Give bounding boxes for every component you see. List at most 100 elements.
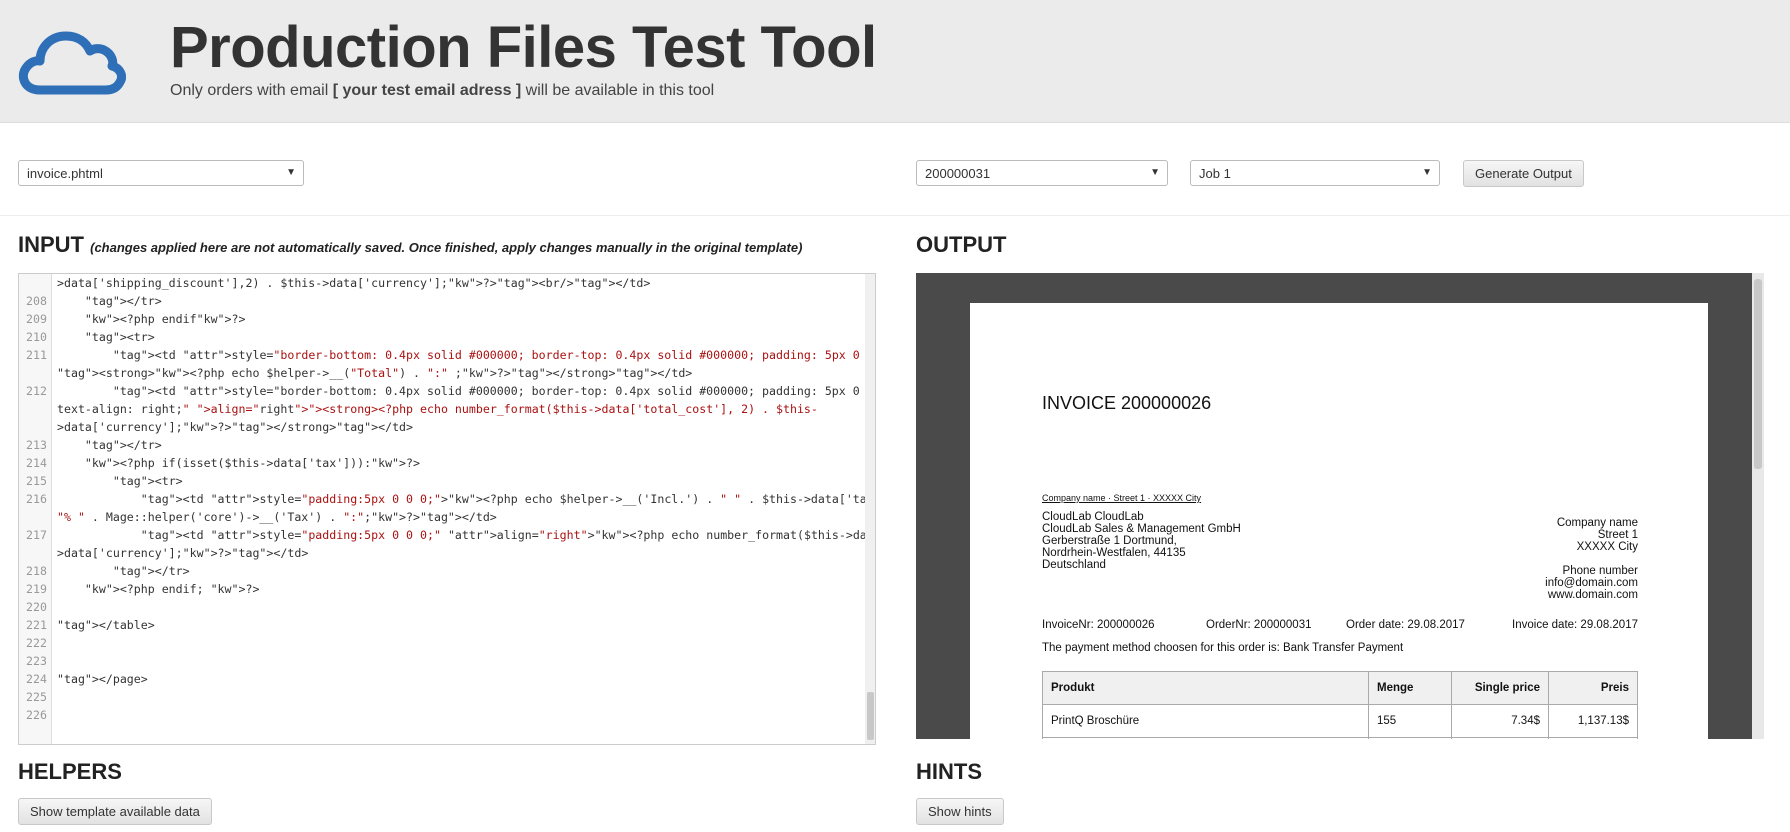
invoice-items-table: Produkt Menge Single price Preis PrintQ … bbox=[1042, 671, 1638, 739]
code-line[interactable]: 213 "tag"></tr> bbox=[19, 436, 859, 454]
template-select[interactable]: invoice.phtml ▼ bbox=[18, 160, 304, 186]
line-code: "tag"></page> bbox=[57, 672, 148, 686]
code-line[interactable]: 216 "tag"><td "attr">style="padding:5px … bbox=[19, 490, 875, 508]
code-line[interactable]: "% " . Mage::helper('core')->__('Tax') .… bbox=[19, 508, 859, 526]
code-line[interactable]: 222 bbox=[19, 634, 859, 652]
column-header: Single price bbox=[1451, 671, 1549, 705]
code-line[interactable]: 209 "kw"><?php endif"kw">?> bbox=[19, 310, 859, 328]
column-header: Preis bbox=[1548, 671, 1638, 705]
line-code: "kw"><?php if(isset($this->data['tax']))… bbox=[84, 456, 420, 470]
line-number: 210 bbox=[26, 330, 47, 344]
line-number: 217 bbox=[26, 528, 47, 542]
code-line[interactable]: >data['currency'];"kw">?>"tag"></td> bbox=[19, 544, 859, 562]
company-contact: Phone number info@domain.com www.domain.… bbox=[1545, 565, 1638, 601]
line-number: 221 bbox=[26, 618, 47, 632]
output-preview[interactable]: INVOICE 200000026 Company name · Street … bbox=[916, 273, 1764, 739]
line-code: "tag"><tr> bbox=[112, 474, 183, 488]
order-select[interactable]: 200000031 ▼ bbox=[916, 160, 1168, 186]
cloud-icon bbox=[18, 31, 126, 95]
line-number: 226 bbox=[26, 708, 47, 722]
chevron-down-icon: ▼ bbox=[1150, 167, 1160, 178]
job-select-value: Job 1 bbox=[1199, 166, 1231, 181]
line-number: 213 bbox=[26, 438, 47, 452]
invoice-page: INVOICE 200000026 Company name · Street … bbox=[970, 303, 1708, 739]
line-code: "tag"></tr> bbox=[84, 438, 162, 452]
line-number: 214 bbox=[26, 456, 47, 470]
line-code: "% " . Mage::helper('core')->__('Tax') .… bbox=[57, 510, 497, 524]
line-code: "tag"><tr> bbox=[84, 330, 155, 344]
line-number: 224 bbox=[26, 672, 47, 686]
code-line[interactable]: 218 "tag"></tr> bbox=[19, 562, 859, 580]
line-number bbox=[19, 418, 51, 436]
column-header: Produkt bbox=[1042, 671, 1369, 705]
show-hints-button[interactable]: Show hints bbox=[916, 798, 1004, 825]
page-title: Production Files Test Tool bbox=[170, 15, 877, 80]
line-number: 212 bbox=[26, 384, 47, 398]
test-email-placeholder: [ your test email adress ] bbox=[332, 82, 522, 99]
hints-heading: HINTS bbox=[916, 759, 982, 784]
code-line[interactable]: 221 "tag"></table> bbox=[19, 616, 859, 634]
line-code: "tag"></tr> bbox=[112, 564, 190, 578]
code-line[interactable]: 220 bbox=[19, 598, 859, 616]
chevron-down-icon: ▼ bbox=[286, 167, 296, 178]
code-line[interactable]: 211 "tag"><td "attr">style="border-botto… bbox=[19, 346, 875, 364]
page-subtitle: Only orders with email [ your test email… bbox=[170, 82, 715, 99]
code-line[interactable]: 208 "tag"></tr> bbox=[19, 292, 859, 310]
code-line[interactable]: text-align: right;" ">align="right">"><s… bbox=[19, 400, 859, 418]
company-address: Company name Street 1 XXXXX City bbox=[1556, 517, 1638, 553]
line-code: "tag"><td "attr">style="padding:5px 0 0 … bbox=[140, 528, 875, 542]
order-date: Order date: 29.08.2017 bbox=[1346, 619, 1465, 631]
line-code: "kw"><?php endif; "kw">?> bbox=[84, 582, 260, 596]
line-number: 219 bbox=[26, 582, 47, 596]
code-line[interactable]: 226 bbox=[19, 706, 859, 724]
code-line[interactable]: 225 bbox=[19, 688, 859, 706]
code-line[interactable]: 223 bbox=[19, 652, 859, 670]
code-editor[interactable]: >data['shipping_discount'],2) . $this->d… bbox=[18, 273, 876, 745]
output-scroll-thumb[interactable] bbox=[1754, 279, 1762, 469]
line-code: >data['currency'];"kw">?>"tag"></strong>… bbox=[57, 420, 414, 434]
invoice-number: InvoiceNr: 200000026 bbox=[1042, 619, 1155, 631]
template-select-value: invoice.phtml bbox=[27, 166, 103, 181]
line-number bbox=[19, 274, 51, 292]
code-line[interactable]: 219 "kw"><?php endif; "kw">?> bbox=[19, 580, 859, 598]
job-select[interactable]: Job 1 ▼ bbox=[1190, 160, 1440, 186]
show-template-data-button[interactable]: Show template available data bbox=[18, 798, 212, 825]
line-number: 220 bbox=[26, 600, 47, 614]
generate-output-button[interactable]: Generate Output bbox=[1463, 160, 1584, 187]
code-line[interactable]: 224 "tag"></page> bbox=[19, 670, 859, 688]
line-code: "kw"><?php endif"kw">?> bbox=[84, 312, 246, 326]
code-line[interactable]: 214 "kw"><?php if(isset($this->data['tax… bbox=[19, 454, 859, 472]
line-code: "tag"><strong>"kw"><?php echo $helper->_… bbox=[57, 366, 693, 380]
output-scrollbar[interactable] bbox=[1752, 273, 1764, 739]
line-number: 225 bbox=[26, 690, 47, 704]
line-code: "tag"></tr> bbox=[84, 294, 162, 308]
code-line[interactable]: >data['currency'];"kw">?>"tag"></strong>… bbox=[19, 418, 859, 436]
payment-method: The payment method choosen for this orde… bbox=[1042, 642, 1404, 654]
code-line[interactable]: 212 "tag"><td "attr">style="border-botto… bbox=[19, 382, 875, 400]
table-row bbox=[1042, 737, 1638, 739]
line-number: 222 bbox=[26, 636, 47, 650]
line-number: 208 bbox=[26, 294, 47, 308]
code-line[interactable]: "tag"><strong>"kw"><?php echo $helper->_… bbox=[19, 364, 859, 382]
output-heading: OUTPUT bbox=[916, 232, 1007, 257]
editor-lines: >data['shipping_discount'],2) . $this->d… bbox=[19, 274, 875, 724]
header: Production Files Test Tool Only orders w… bbox=[0, 0, 1790, 123]
line-number bbox=[19, 400, 51, 418]
code-line[interactable]: >data['shipping_discount'],2) . $this->d… bbox=[19, 274, 859, 292]
editor-scrollbar[interactable] bbox=[865, 274, 875, 744]
code-line[interactable]: 215 "tag"><tr> bbox=[19, 472, 859, 490]
line-code: text-align: right;" ">align="right">"><s… bbox=[57, 402, 818, 416]
line-code: "tag"><td "attr">style="border-bottom: 0… bbox=[112, 384, 876, 398]
line-code: "tag"><td "attr">style="padding:5px 0 0 … bbox=[140, 492, 875, 506]
editor-scroll-thumb[interactable] bbox=[867, 692, 874, 740]
sender-line: Company name · Street 1 · XXXXX City bbox=[1042, 493, 1202, 503]
code-line[interactable]: 210 "tag"><tr> bbox=[19, 328, 859, 346]
line-code: "tag"><td "attr">style="border-bottom: 0… bbox=[112, 348, 876, 362]
line-number bbox=[19, 544, 51, 562]
invoice-title: INVOICE 200000026 bbox=[1042, 393, 1212, 413]
code-line[interactable]: 217 "tag"><td "attr">style="padding:5px … bbox=[19, 526, 875, 544]
